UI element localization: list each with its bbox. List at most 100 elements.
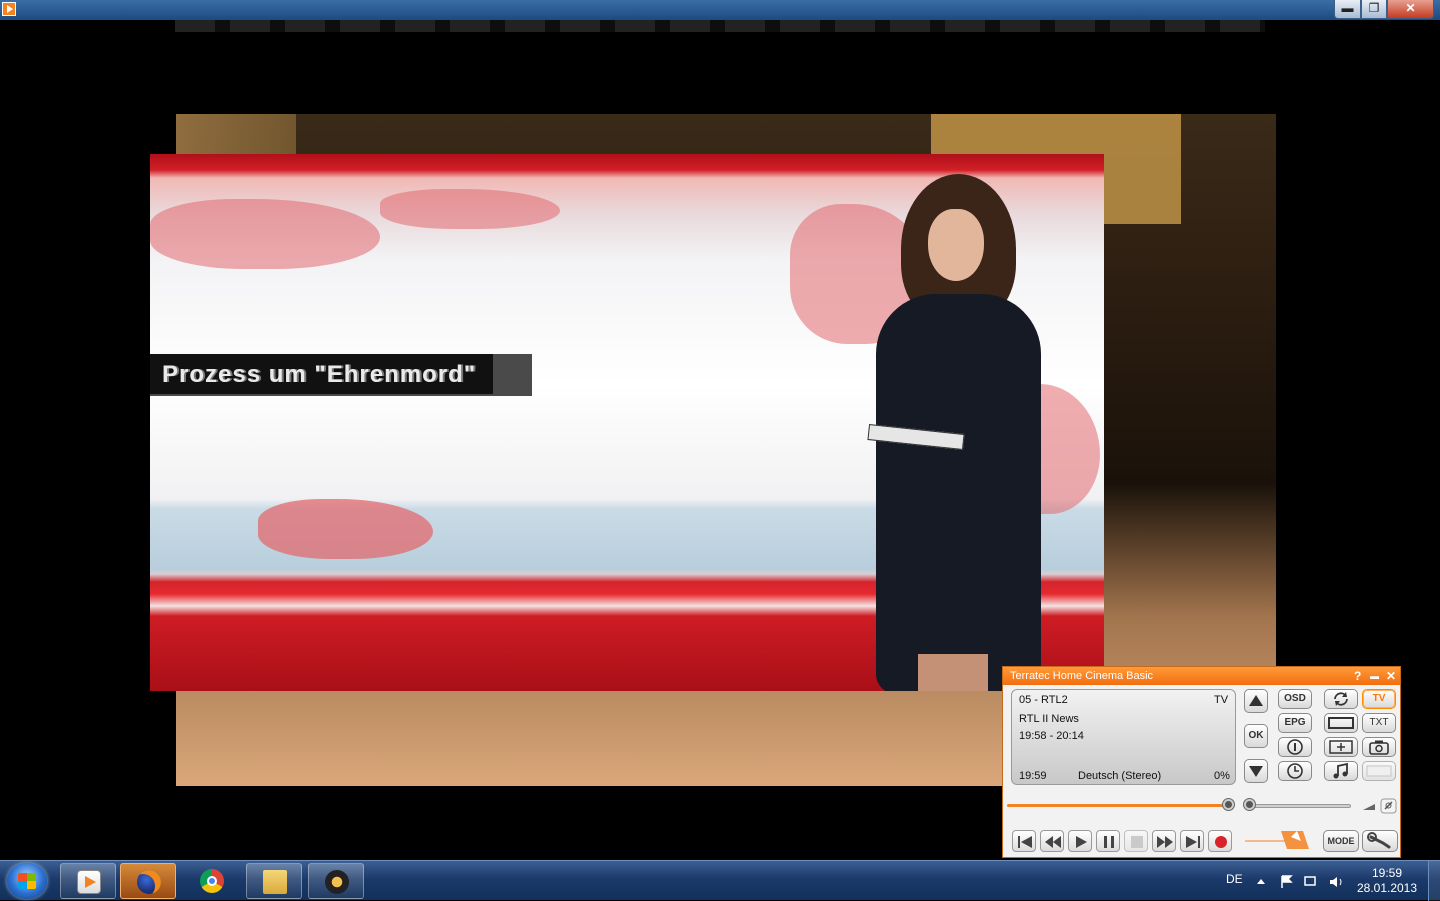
taskbar-media-player[interactable]: [60, 863, 116, 899]
audio-mode-button[interactable]: [1324, 761, 1358, 781]
video-ticker: [175, 20, 1265, 32]
widescreen-icon: [1328, 717, 1354, 729]
volume-icon[interactable]: [1361, 798, 1397, 814]
pause-icon: [1104, 836, 1114, 848]
folder-icon: [263, 870, 287, 894]
ok-button[interactable]: OK: [1244, 724, 1268, 748]
camera-icon: [1369, 740, 1389, 755]
aspect-ratio-button[interactable]: [1324, 713, 1358, 733]
snapshot-button[interactable]: [1362, 737, 1396, 757]
app-icon: [2, 2, 16, 16]
fast-forward-icon: [1157, 836, 1173, 848]
news-studio-frame: Prozess um "Ehrenmord": [150, 154, 1104, 691]
skip-back-button[interactable]: [1012, 830, 1036, 852]
taskbar-clock[interactable]: 19:59 28.01.2013: [1352, 866, 1422, 896]
skip-forward-icon: [1186, 836, 1200, 848]
firefox-icon: [137, 870, 161, 894]
stop-icon: [1131, 836, 1143, 848]
record-button[interactable]: [1208, 830, 1232, 852]
show-desktop-button[interactable]: [1428, 861, 1440, 901]
stop-button[interactable]: [1124, 830, 1148, 852]
program-time-range: 19:58 - 20:14: [1019, 730, 1084, 742]
refresh-button[interactable]: [1324, 689, 1358, 709]
taskbar-explorer[interactable]: [246, 863, 302, 899]
world-map-shape: [380, 189, 560, 229]
fullscreen-button[interactable]: [1324, 737, 1358, 757]
fullscreen-icon: [1329, 740, 1353, 754]
channel-down-button[interactable]: [1244, 759, 1268, 783]
teletext-button[interactable]: TXT: [1362, 713, 1396, 733]
input-language[interactable]: DE: [1226, 872, 1243, 886]
media-player-icon: [77, 870, 101, 894]
window-title-bar[interactable]: ▬ ❐ ✕: [0, 0, 1440, 20]
volume-track[interactable]: [1247, 804, 1351, 808]
up-arrow-icon: [1249, 695, 1263, 706]
presenter-face: [928, 209, 984, 281]
program-title: RTL II News: [1019, 713, 1079, 725]
presenter-dress: [876, 294, 1041, 691]
panel-title-bar[interactable]: Terratec Home Cinema Basic ? ▬ ✕: [1003, 667, 1400, 685]
minimize-button[interactable]: ▬: [1334, 0, 1361, 19]
channel-up-button[interactable]: [1244, 689, 1268, 713]
record-icon: [1215, 836, 1227, 848]
speaker-icon[interactable]: [1330, 877, 1337, 887]
mode-button[interactable]: MODE: [1323, 830, 1359, 852]
system-tray[interactable]: [1255, 874, 1355, 890]
start-button[interactable]: [7, 863, 47, 899]
windows-logo-icon: [18, 873, 36, 889]
world-map-shape: [150, 199, 380, 269]
taskbar-app[interactable]: [308, 863, 364, 899]
taskbar-firefox[interactable]: [120, 863, 176, 899]
osd-button[interactable]: OSD: [1278, 689, 1312, 709]
clock-time: 19:59: [1371, 866, 1403, 880]
rewind-button[interactable]: [1040, 830, 1064, 852]
audio-track: Deutsch (Stereo): [1078, 770, 1162, 782]
news-lower-third: Prozess um "Ehrenmord": [150, 354, 532, 396]
music-note-icon: [1333, 762, 1348, 779]
rewind-icon: [1045, 836, 1061, 848]
clock-date: 28.01.2013: [1356, 881, 1418, 895]
presenter-legs: [918, 654, 988, 691]
chrome-icon: [200, 869, 224, 893]
signal-percent: 0%: [1214, 770, 1230, 782]
windows-taskbar: DE 19:59 28.01.2013: [0, 860, 1440, 901]
volume-knob[interactable]: [1244, 799, 1255, 810]
close-button[interactable]: ✕: [1387, 0, 1434, 19]
refresh-icon: [1334, 692, 1348, 706]
epg-button[interactable]: EPG: [1278, 713, 1312, 733]
news-presenter: [846, 174, 1066, 691]
app-logo-icon: [325, 870, 349, 894]
timer-button[interactable]: [1278, 761, 1312, 781]
channel-name: 05 - RTL2: [1019, 694, 1068, 706]
info-button[interactable]: [1278, 737, 1312, 757]
channel-info-display: 05 - RTL2 TV RTL II News 19:58 - 20:14 1…: [1011, 689, 1236, 785]
mode-indicator: TV: [1214, 694, 1229, 706]
play-icon: [1076, 836, 1087, 848]
play-button[interactable]: [1068, 830, 1092, 852]
fast-forward-button[interactable]: [1152, 830, 1176, 852]
timeshift-progress-track[interactable]: [1007, 804, 1229, 807]
current-time: 19:59: [1019, 770, 1047, 782]
clock-icon: [1287, 763, 1303, 779]
panel-minimize-button[interactable]: ▬: [1370, 667, 1379, 685]
wrench-icon: [1367, 832, 1391, 849]
terratec-control-panel[interactable]: Terratec Home Cinema Basic ? ▬ ✕ 05 - RT…: [1002, 666, 1401, 858]
lower-third-text: Prozess um "Ehrenmord": [162, 361, 477, 388]
pause-button[interactable]: [1096, 830, 1120, 852]
taskbar-chrome[interactable]: [184, 863, 240, 899]
maximize-button[interactable]: ❐: [1361, 0, 1387, 19]
show-hidden-icons-icon[interactable]: [1257, 879, 1265, 884]
action-center-flag-icon[interactable]: [1281, 875, 1293, 888]
help-button[interactable]: ?: [1354, 667, 1361, 685]
keyboard-icon: [1366, 765, 1392, 777]
brand-logo-icon: [1245, 831, 1309, 849]
panel-title: Terratec Home Cinema Basic: [1010, 670, 1154, 682]
tv-button[interactable]: TV: [1362, 689, 1396, 709]
timeshift-progress-knob[interactable]: [1223, 799, 1234, 810]
network-icon[interactable]: [1304, 876, 1316, 886]
settings-button[interactable]: [1362, 830, 1398, 852]
skip-forward-button[interactable]: [1180, 830, 1204, 852]
panel-close-button[interactable]: ✕: [1386, 667, 1396, 685]
blank-button[interactable]: [1362, 761, 1396, 781]
terratec-logo: [1241, 827, 1311, 853]
